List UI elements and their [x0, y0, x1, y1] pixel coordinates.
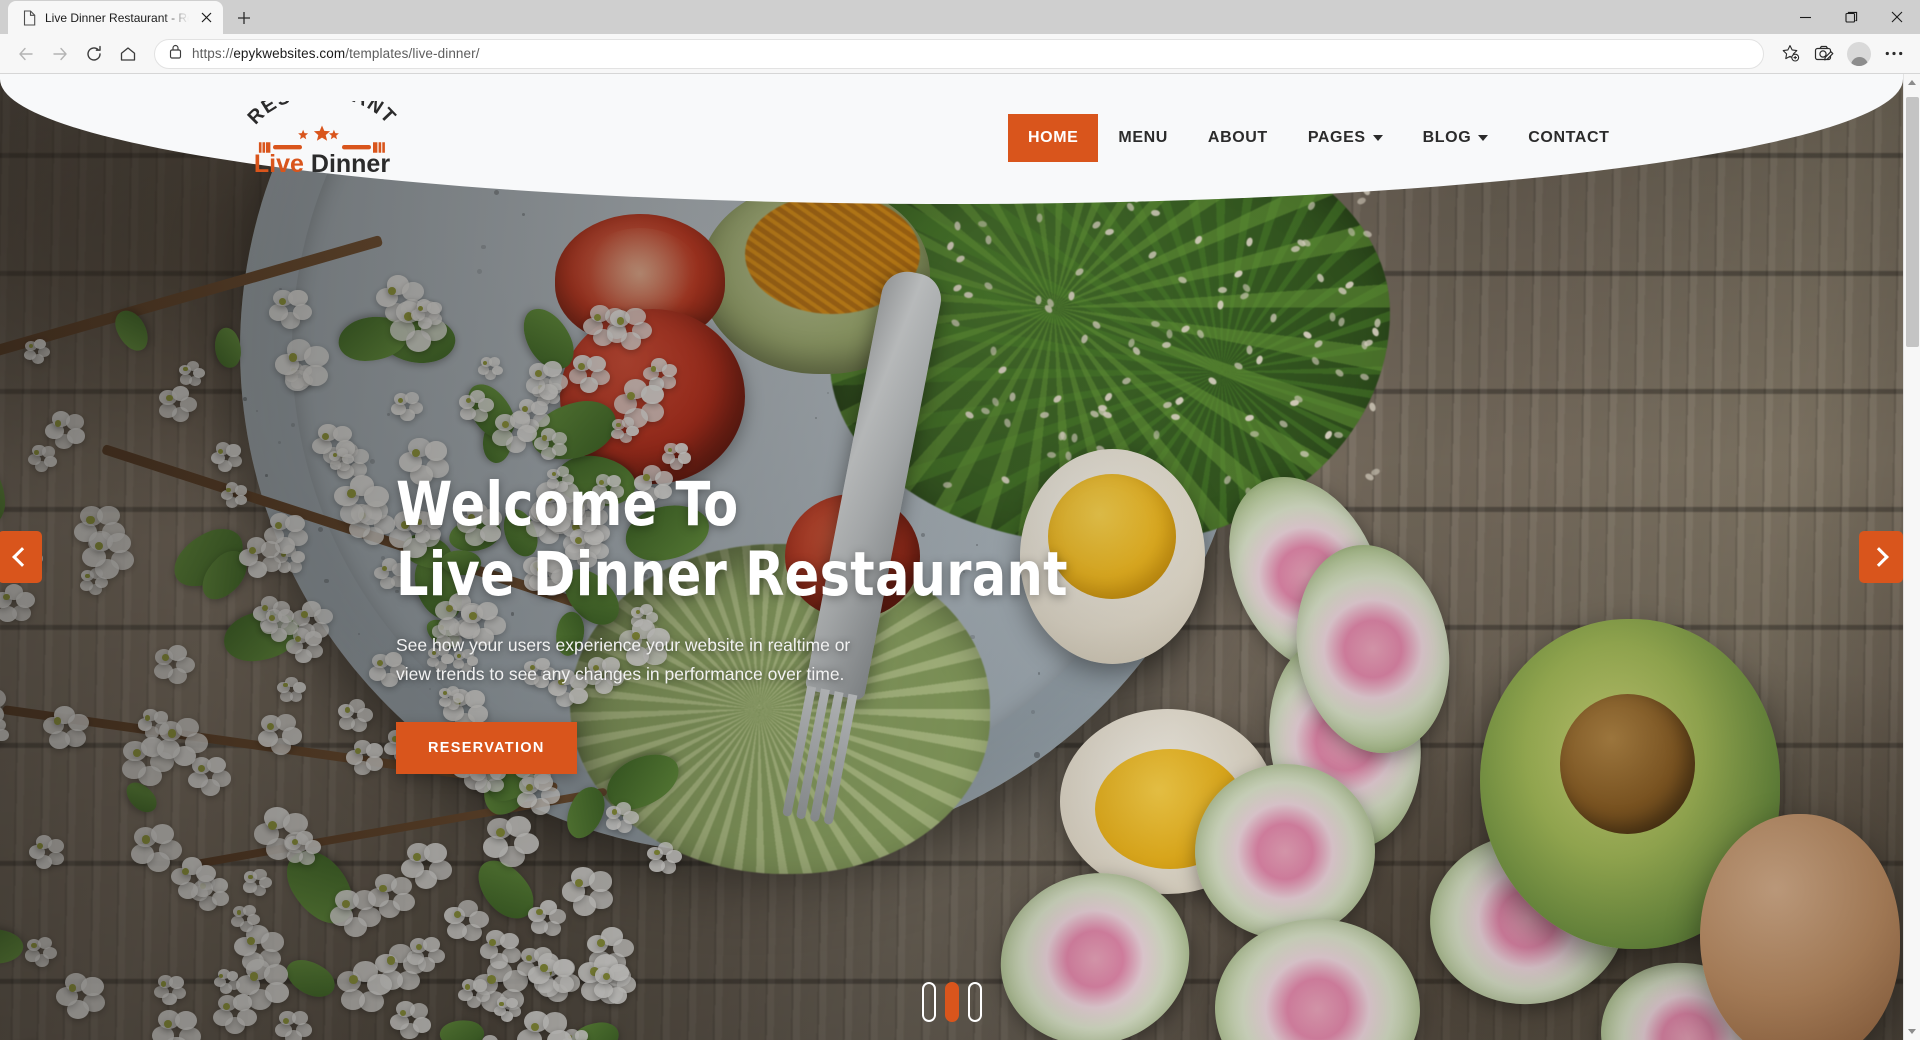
browser-tab[interactable]: Live Dinner Restaurant - Respons — [8, 1, 223, 34]
website-page: RESTAURANT — [0, 74, 1903, 1040]
nav-item-contact[interactable]: CONTACT — [1508, 114, 1629, 162]
svg-text:Live Dinner: Live Dinner — [253, 150, 389, 175]
forward-icon[interactable] — [44, 38, 76, 70]
chevron-right-icon — [1869, 547, 1889, 567]
back-icon[interactable] — [10, 38, 42, 70]
scrollbar-track[interactable] — [1904, 91, 1920, 1023]
site-logo[interactable]: RESTAURANT — [232, 101, 412, 175]
nav-label-blog: BLOG — [1422, 128, 1472, 146]
url-text: https://epykwebsites.com/templates/live-… — [192, 46, 480, 61]
minimize-button[interactable] — [1782, 1, 1828, 33]
nav-label-menu: MENU — [1118, 128, 1168, 146]
maximize-button[interactable] — [1828, 1, 1874, 33]
carousel-indicators — [921, 982, 982, 1022]
nav-item-home[interactable]: HOME — [1008, 113, 1099, 162]
hero-title: Welcome To Live Dinner Restaurant — [396, 470, 1121, 609]
page-scrollbar[interactable] — [1903, 74, 1920, 1040]
carousel-next-button[interactable] — [1859, 531, 1903, 583]
scrollbar-thumb[interactable] — [1906, 97, 1919, 347]
screenshot-icon[interactable] — [1808, 38, 1840, 70]
settings-ellipsis-icon[interactable] — [1878, 38, 1910, 70]
chevron-left-icon — [12, 547, 32, 567]
browser-window: Live Dinner Restaurant - Respons — [0, 0, 1920, 1040]
carousel-dot-3[interactable] — [967, 982, 982, 1022]
hero-title-line1: Welcome To — [396, 469, 739, 540]
scroll-up-button[interactable] — [1904, 74, 1920, 91]
reservation-button[interactable]: RESERVATION — [396, 721, 577, 774]
carousel-dot-2[interactable] — [944, 982, 959, 1022]
page-icon — [22, 9, 37, 26]
hero-paragraph: See how your users experience your websi… — [396, 635, 851, 685]
nav-label-about: ABOUT — [1207, 128, 1268, 146]
close-window-button[interactable] — [1874, 1, 1920, 33]
chevron-down-icon — [1478, 134, 1489, 141]
browser-toolbar: https://epykwebsites.com/templates/live-… — [0, 34, 1920, 74]
profile-avatar[interactable] — [1847, 41, 1871, 66]
main-navigation: HOME MENU ABOUT PAGES BLOG CONTACT — [1008, 113, 1630, 162]
home-icon[interactable] — [112, 38, 144, 70]
window-controls — [1782, 1, 1920, 34]
new-tab-button[interactable] — [229, 4, 259, 32]
address-bar[interactable]: https://epykwebsites.com/templates/live-… — [154, 38, 1764, 69]
nav-label-home: HOME — [1028, 128, 1079, 146]
carousel-prev-button[interactable] — [0, 531, 42, 583]
nav-item-about[interactable]: ABOUT — [1188, 114, 1288, 162]
page-viewport: RESTAURANT — [0, 74, 1920, 1040]
scroll-down-button[interactable] — [1904, 1023, 1920, 1040]
tab-title: Live Dinner Restaurant - Respons — [45, 10, 189, 25]
carousel-dot-1[interactable] — [921, 982, 936, 1022]
close-tab-icon[interactable] — [197, 9, 215, 27]
hero-content: Welcome To Live Dinner Restaurant See ho… — [396, 470, 1176, 774]
star-plus-icon[interactable] — [1774, 38, 1806, 70]
nav-label-pages: PAGES — [1307, 128, 1366, 146]
svg-text:RESTAURANT: RESTAURANT — [243, 101, 400, 129]
nav-item-menu[interactable]: MENU — [1098, 114, 1188, 162]
nav-label-contact: CONTACT — [1528, 128, 1610, 146]
lock-icon — [169, 44, 182, 64]
nav-item-pages[interactable]: PAGES — [1288, 114, 1403, 162]
chevron-down-icon — [1372, 134, 1383, 141]
hero-title-line2: Live Dinner Restaurant — [396, 538, 1068, 610]
nav-item-blog[interactable]: BLOG — [1403, 114, 1509, 162]
reload-icon[interactable] — [78, 38, 110, 70]
tab-strip: Live Dinner Restaurant - Respons — [0, 0, 1920, 34]
